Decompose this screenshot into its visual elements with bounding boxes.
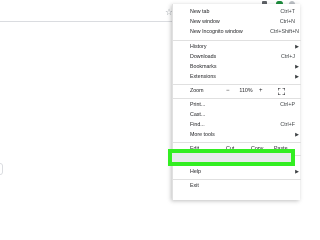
menu-item-shortcut: Ctrl+F: [280, 122, 295, 128]
page-edge-control: [0, 163, 3, 175]
menu-divider: [173, 84, 301, 85]
chevron-right-icon: ▶: [295, 74, 299, 80]
menu-item-label: New tab: [190, 9, 210, 15]
menu-item-label: Cast...: [190, 112, 206, 118]
menu-item-shortcut: Ctrl+Shift+N: [270, 29, 299, 35]
menu-item-label: Zoom: [190, 88, 204, 94]
menu-item-exit[interactable]: Exit: [173, 182, 301, 191]
menu-item-zoom: Zoom − 110% +: [173, 87, 301, 96]
menu-item-label: Extensions: [190, 74, 216, 80]
menu-item-label: New Incognito window: [190, 29, 243, 35]
zoom-level: 110%: [239, 88, 253, 94]
menu-item-new-incognito-window[interactable]: New Incognito window Ctrl+Shift+N: [173, 28, 301, 37]
menu-item-bookmarks[interactable]: Bookmarks ▶: [173, 63, 301, 72]
menu-item-help[interactable]: Help ▶: [173, 168, 301, 177]
menu-item-cast[interactable]: Cast...: [173, 111, 301, 120]
zoom-out-button[interactable]: −: [226, 87, 230, 96]
settings-hover-fill: [172, 153, 291, 162]
menu-item-new-window[interactable]: New window Ctrl+N: [173, 18, 301, 27]
menu-item-shortcut: Ctrl+J: [281, 54, 295, 60]
menu-item-extensions[interactable]: Extensions ▶: [173, 73, 301, 82]
settings-highlight-box: [168, 149, 295, 166]
menu-item-label: Help: [190, 169, 201, 175]
zoom-in-button[interactable]: +: [259, 87, 263, 96]
menu-item-label: Find...: [190, 122, 205, 128]
menu-divider: [173, 142, 301, 143]
menu-item-print[interactable]: Print... Ctrl+P: [173, 101, 301, 110]
menu-divider: [173, 98, 301, 99]
menu-item-shortcut: Ctrl+P: [280, 102, 295, 108]
menu-item-label: Print...: [190, 102, 206, 108]
menu-item-shortcut: Ctrl+T: [280, 9, 295, 15]
menu-divider: [173, 40, 301, 41]
menu-item-label: History: [190, 44, 207, 50]
menu-item-find[interactable]: Find... Ctrl+F: [173, 121, 301, 130]
chevron-right-icon: ▶: [295, 64, 299, 70]
menu-item-label: Exit: [190, 183, 199, 189]
chevron-right-icon: ▶: [295, 132, 299, 138]
chrome-main-menu: New tab Ctrl+T New window Ctrl+N New Inc…: [172, 4, 301, 200]
menu-divider: [173, 179, 301, 180]
menu-item-label: New window: [190, 19, 220, 25]
menu-item-history[interactable]: History ▶: [173, 43, 301, 52]
menu-item-label: More tools: [190, 132, 215, 138]
menu-item-downloads[interactable]: Downloads Ctrl+J: [173, 53, 301, 62]
menu-item-more-tools[interactable]: More tools ▶: [173, 131, 301, 140]
menu-item-new-tab[interactable]: New tab Ctrl+T: [173, 8, 301, 17]
menu-item-shortcut: Ctrl+N: [279, 19, 295, 25]
menu-item-label: Bookmarks: [190, 64, 217, 70]
menu-item-label: Downloads: [190, 54, 217, 60]
fullscreen-icon[interactable]: [278, 88, 285, 95]
chevron-right-icon: ▶: [295, 44, 299, 50]
chevron-right-icon: ▶: [295, 169, 299, 175]
